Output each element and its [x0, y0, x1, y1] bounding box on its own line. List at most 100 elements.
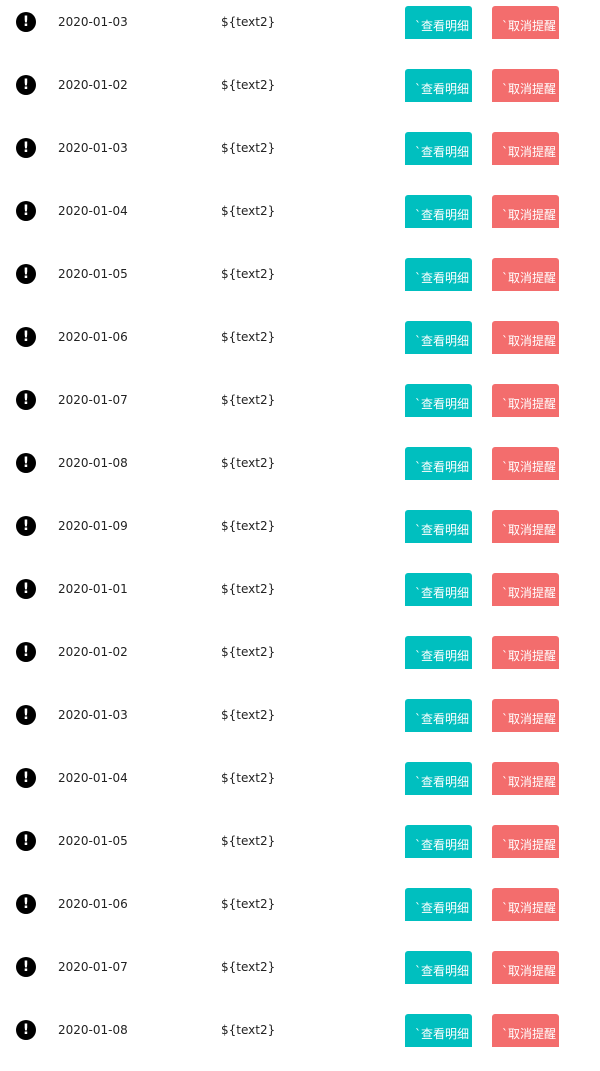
alert-icon: !	[16, 264, 36, 284]
view-details-button[interactable]: `查看明细	[405, 888, 472, 921]
reminder-text: ${text2}	[221, 771, 276, 785]
view-details-button[interactable]: `查看明细	[405, 69, 472, 102]
cancel-reminder-button[interactable]: `取消提醒	[492, 321, 559, 354]
alert-icon-glyph: !	[22, 959, 30, 975]
cancel-reminder-button[interactable]: `取消提醒	[492, 69, 559, 102]
list-item: ! 2020-01-05 ${text2} `查看明细 `取消提醒	[0, 819, 600, 882]
reminder-date: 2020-01-04	[58, 204, 128, 218]
reminder-text: ${text2}	[221, 1023, 276, 1037]
cancel-reminder-button[interactable]: `取消提醒	[492, 6, 559, 39]
view-details-button[interactable]: `查看明细	[405, 132, 472, 165]
view-details-button[interactable]: `查看明细	[405, 447, 472, 480]
reminder-text: ${text2}	[221, 960, 276, 974]
cancel-reminder-button[interactable]: `取消提醒	[492, 132, 559, 165]
cancel-reminder-button[interactable]: `取消提醒	[492, 195, 559, 228]
list-item: ! 2020-01-04 ${text2} `查看明细 `取消提醒	[0, 756, 600, 819]
list-item: ! 2020-01-06 ${text2} `查看明细 `取消提醒	[0, 315, 600, 378]
list-item: ! 2020-01-06 ${text2} `查看明细 `取消提醒	[0, 882, 600, 945]
alert-icon: !	[16, 957, 36, 977]
reminder-text: ${text2}	[221, 834, 276, 848]
list-item: ! 2020-01-08 ${text2} `查看明细 `取消提醒	[0, 441, 600, 504]
list-item: ! 2020-01-05 ${text2} `查看明细 `取消提醒	[0, 252, 600, 315]
view-details-button[interactable]: `查看明细	[405, 195, 472, 228]
alert-icon: !	[16, 831, 36, 851]
alert-icon-glyph: !	[22, 392, 30, 408]
view-details-button[interactable]: `查看明细	[405, 636, 472, 669]
alert-icon: !	[16, 516, 36, 536]
alert-icon: !	[16, 201, 36, 221]
list-item: ! 2020-01-02 ${text2} `查看明细 `取消提醒	[0, 630, 600, 693]
cancel-reminder-button[interactable]: `取消提醒	[492, 888, 559, 921]
reminder-date: 2020-01-08	[58, 456, 128, 470]
reminder-date: 2020-01-02	[58, 78, 128, 92]
cancel-reminder-button[interactable]: `取消提醒	[492, 447, 559, 480]
alert-icon-glyph: !	[22, 14, 30, 30]
reminder-text: ${text2}	[221, 456, 276, 470]
cancel-reminder-button[interactable]: `取消提醒	[492, 1014, 559, 1047]
alert-icon-glyph: !	[22, 644, 30, 660]
view-details-button[interactable]: `查看明细	[405, 762, 472, 795]
cancel-reminder-button[interactable]: `取消提醒	[492, 825, 559, 858]
alert-icon: !	[16, 894, 36, 914]
list-item: ! 2020-01-03 ${text2} `查看明细 `取消提醒	[0, 693, 600, 756]
reminder-text: ${text2}	[221, 330, 276, 344]
reminder-date: 2020-01-01	[58, 582, 128, 596]
reminder-date: 2020-01-06	[58, 330, 128, 344]
cancel-reminder-button[interactable]: `取消提醒	[492, 699, 559, 732]
cancel-reminder-button[interactable]: `取消提醒	[492, 510, 559, 543]
reminder-list: ! 2020-01-03 ${text2} `查看明细 `取消提醒 ! 2020…	[0, 0, 600, 1071]
cancel-reminder-button[interactable]: `取消提醒	[492, 258, 559, 291]
reminder-text: ${text2}	[221, 204, 276, 218]
list-item: ! 2020-01-03 ${text2} `查看明细 `取消提醒	[0, 126, 600, 189]
alert-icon-glyph: !	[22, 833, 30, 849]
view-details-button[interactable]: `查看明细	[405, 825, 472, 858]
reminder-date: 2020-01-03	[58, 141, 128, 155]
reminder-date: 2020-01-04	[58, 771, 128, 785]
reminder-text: ${text2}	[221, 393, 276, 407]
reminder-text: ${text2}	[221, 708, 276, 722]
view-details-button[interactable]: `查看明细	[405, 321, 472, 354]
alert-icon: !	[16, 579, 36, 599]
reminder-text: ${text2}	[221, 267, 276, 281]
reminder-date: 2020-01-05	[58, 267, 128, 281]
alert-icon: !	[16, 12, 36, 32]
alert-icon-glyph: !	[22, 896, 30, 912]
reminder-text: ${text2}	[221, 897, 276, 911]
alert-icon: !	[16, 453, 36, 473]
view-details-button[interactable]: `查看明细	[405, 699, 472, 732]
view-details-button[interactable]: `查看明细	[405, 573, 472, 606]
reminder-date: 2020-01-02	[58, 645, 128, 659]
alert-icon-glyph: !	[22, 1022, 30, 1038]
alert-icon-glyph: !	[22, 266, 30, 282]
alert-icon: !	[16, 642, 36, 662]
alert-icon-glyph: !	[22, 77, 30, 93]
view-details-button[interactable]: `查看明细	[405, 510, 472, 543]
reminder-date: 2020-01-08	[58, 1023, 128, 1037]
reminder-date: 2020-01-05	[58, 834, 128, 848]
cancel-reminder-button[interactable]: `取消提醒	[492, 573, 559, 606]
list-item: ! 2020-01-02 ${text2} `查看明细 `取消提醒	[0, 63, 600, 126]
alert-icon-glyph: !	[22, 581, 30, 597]
view-details-button[interactable]: `查看明细	[405, 384, 472, 417]
alert-icon-glyph: !	[22, 707, 30, 723]
view-details-button[interactable]: `查看明细	[405, 951, 472, 984]
view-details-button[interactable]: `查看明细	[405, 6, 472, 39]
list-item: ! 2020-01-07 ${text2} `查看明细 `取消提醒	[0, 945, 600, 1008]
alert-icon: !	[16, 1020, 36, 1040]
cancel-reminder-button[interactable]: `取消提醒	[492, 762, 559, 795]
list-item: ! 2020-01-08 ${text2} `查看明细 `取消提醒	[0, 1008, 600, 1071]
list-item: ! 2020-01-04 ${text2} `查看明细 `取消提醒	[0, 189, 600, 252]
alert-icon-glyph: !	[22, 329, 30, 345]
alert-icon: !	[16, 768, 36, 788]
alert-icon: !	[16, 75, 36, 95]
alert-icon-glyph: !	[22, 203, 30, 219]
cancel-reminder-button[interactable]: `取消提醒	[492, 951, 559, 984]
view-details-button[interactable]: `查看明细	[405, 258, 472, 291]
list-item: ! 2020-01-09 ${text2} `查看明细 `取消提醒	[0, 504, 600, 567]
view-details-button[interactable]: `查看明细	[405, 1014, 472, 1047]
alert-icon-glyph: !	[22, 140, 30, 156]
list-item: ! 2020-01-01 ${text2} `查看明细 `取消提醒	[0, 567, 600, 630]
cancel-reminder-button[interactable]: `取消提醒	[492, 636, 559, 669]
reminder-text: ${text2}	[221, 78, 276, 92]
cancel-reminder-button[interactable]: `取消提醒	[492, 384, 559, 417]
